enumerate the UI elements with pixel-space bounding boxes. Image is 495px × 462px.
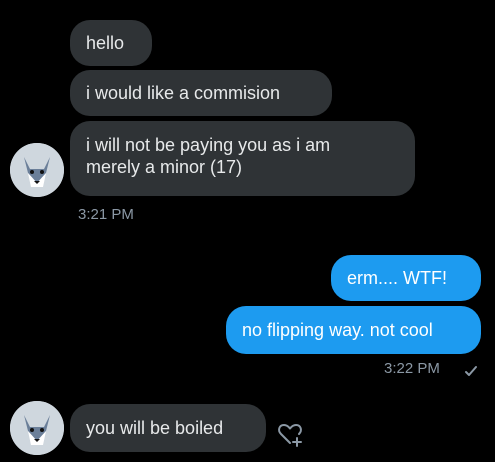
add-reaction-heart-icon[interactable]: [276, 420, 304, 448]
message-bubble-outgoing[interactable]: erm.... WTF!: [331, 255, 481, 301]
avatar[interactable]: [10, 143, 64, 197]
message-bubble-incoming[interactable]: hello: [70, 20, 152, 66]
avatar-image: [10, 401, 64, 455]
avatar[interactable]: [10, 401, 64, 455]
avatar-image: [10, 143, 64, 197]
checkmark-icon: [465, 366, 477, 376]
message-bubble-outgoing[interactable]: no flipping way. not cool: [226, 306, 481, 354]
timestamp: 3:21 PM: [78, 206, 134, 223]
message-bubble-incoming[interactable]: you will be boiled: [70, 404, 266, 452]
timestamp: 3:22 PM: [384, 360, 440, 377]
message-bubble-incoming[interactable]: i would like a commision: [70, 70, 332, 116]
message-bubble-incoming[interactable]: i will not be paying you as i am merely …: [70, 121, 415, 196]
